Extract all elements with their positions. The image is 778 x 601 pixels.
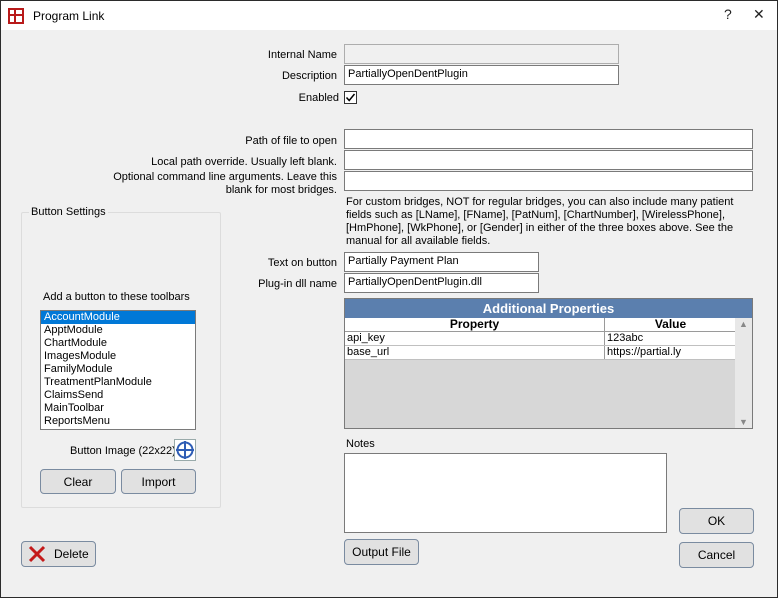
toolbar-list-item[interactable]: TreatmentPlanModule <box>41 376 195 389</box>
plugin-dll-label: Plug-in dll name <box>258 278 337 290</box>
custom-bridge-note: For custom bridges, NOT for regular brid… <box>346 196 734 247</box>
toolbars-listbox[interactable]: AccountModule ApptModule ChartModule Images… <box>40 310 196 430</box>
column-header-value[interactable]: Value <box>605 318 736 331</box>
description-label: Description <box>281 70 337 82</box>
value-cell[interactable]: https://partial.ly <box>605 346 736 359</box>
app-grid-icon <box>8 8 24 24</box>
close-button[interactable]: ✕ <box>753 6 765 23</box>
clear-button[interactable]: Clear <box>40 469 116 494</box>
local-path-label: Local path override. Usually left blank. <box>151 156 337 168</box>
text-on-button-field[interactable]: Partially Payment Plan <box>344 252 539 272</box>
toolbar-list-item[interactable]: ImagesModule <box>41 350 195 363</box>
scroll-up-icon[interactable]: ▲ <box>739 319 748 329</box>
checkmark-icon <box>345 93 356 102</box>
grid-scrollbar[interactable]: ▲ ▼ <box>735 318 752 428</box>
ok-button[interactable]: OK <box>679 508 754 534</box>
notes-textarea[interactable] <box>344 453 667 533</box>
cmd-args-label: Optional command line arguments. Leave t… <box>113 171 337 196</box>
table-row[interactable]: base_url https://partial.ly <box>345 346 736 360</box>
grid-title: Additional Properties <box>345 299 752 318</box>
delete-x-icon <box>28 545 46 563</box>
property-cell[interactable]: api_key <box>345 332 605 345</box>
internal-name-field[interactable] <box>344 44 619 64</box>
output-file-button[interactable]: Output File <box>344 539 419 565</box>
description-field[interactable]: PartiallyOpenDentPlugin <box>344 65 619 85</box>
text-on-button-label: Text on button <box>267 257 337 269</box>
internal-name-label: Internal Name <box>267 49 337 61</box>
cmd-args-field[interactable] <box>344 171 753 191</box>
toolbars-label: Add a button to these toolbars <box>43 291 190 303</box>
cancel-button[interactable]: Cancel <box>679 542 754 568</box>
enabled-checkbox[interactable] <box>344 91 357 104</box>
toolbar-list-item[interactable]: MainToolbar <box>41 402 195 415</box>
scroll-down-icon[interactable]: ▼ <box>739 417 748 427</box>
toolbar-list-item[interactable]: ClaimsSend <box>41 389 195 402</box>
toolbar-list-item[interactable]: ApptModule <box>41 324 195 337</box>
value-cell[interactable]: 123abc <box>605 332 736 345</box>
button-image-label: Button Image (22x22) <box>70 445 176 457</box>
local-path-field[interactable] <box>344 150 753 170</box>
toolbar-list-item[interactable]: ChartModule <box>41 337 195 350</box>
path-label: Path of file to open <box>245 135 337 147</box>
toolbar-list-item[interactable]: ReportsMenu <box>41 415 195 428</box>
globe-crosshair-icon <box>176 441 194 459</box>
delete-button[interactable]: Delete <box>21 541 96 567</box>
grid-header: Property Value <box>345 318 752 332</box>
program-link-dialog: Program Link ? ✕ Internal Name Descripti… <box>0 0 778 598</box>
table-row[interactable]: api_key 123abc <box>345 332 736 346</box>
button-settings-title: Button Settings <box>29 206 108 218</box>
toolbar-list-item[interactable]: FamilyModule <box>41 363 195 376</box>
property-cell[interactable]: base_url <box>345 346 605 359</box>
button-image-preview <box>174 439 196 461</box>
additional-properties-grid: Additional Properties Property Value api… <box>344 298 753 429</box>
column-header-property[interactable]: Property <box>345 318 605 331</box>
import-button[interactable]: Import <box>121 469 196 494</box>
title-bar: Program Link ? ✕ <box>1 1 777 30</box>
notes-label: Notes <box>346 438 375 450</box>
delete-button-label: Delete <box>54 547 89 561</box>
path-field[interactable] <box>344 129 753 149</box>
toolbar-list-item[interactable]: AccountModule <box>41 311 195 324</box>
grid-rows: api_key 123abc base_url https://partial.ly <box>345 332 752 360</box>
window-title: Program Link <box>33 9 105 23</box>
help-button[interactable]: ? <box>724 6 732 22</box>
enabled-label: Enabled <box>298 92 339 104</box>
plugin-dll-field[interactable]: PartiallyOpenDentPlugin.dll <box>344 273 539 293</box>
